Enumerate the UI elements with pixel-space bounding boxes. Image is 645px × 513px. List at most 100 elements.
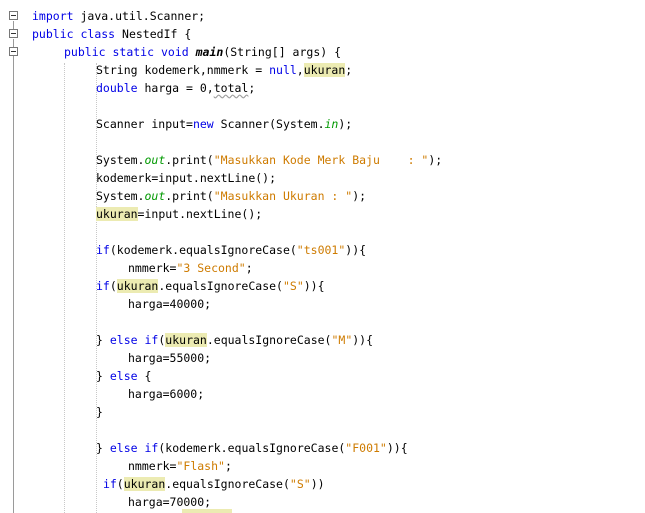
code-token: ); (352, 189, 367, 203)
code-line: harga=6000; (128, 385, 204, 403)
code-token: ; (345, 63, 353, 77)
code-line: public class NestedIf { (32, 25, 191, 43)
code-token: import (32, 9, 74, 23)
code-token: public (64, 45, 106, 59)
code-token: class (80, 27, 116, 41)
code-token: } (96, 441, 110, 455)
code-token: } (96, 405, 103, 419)
code-token: } (96, 333, 110, 347)
highlighted-identifier: ukuran (165, 333, 207, 347)
code-line: public static void main(String[] args) { (64, 43, 341, 61)
code-token: ; (245, 261, 253, 275)
code-token: .equalsIgnoreCase( (206, 333, 332, 347)
code-token: "Masukkan Kode Merk Baju : " (213, 153, 429, 167)
code-token: .equalsIgnoreCase( (158, 279, 283, 293)
occurrence-highlight-partial (182, 509, 232, 513)
code-token: if (96, 279, 110, 293)
code-token: harga=6000; (128, 387, 205, 401)
code-token: static (112, 45, 155, 59)
code-token: harga = 0, (137, 81, 214, 95)
code-token: else (109, 369, 138, 383)
fold-toggle-icon[interactable] (9, 29, 18, 38)
code-token: )){ (386, 441, 408, 455)
code-line: double harga = 0,total; (96, 79, 255, 97)
code-token: in (324, 117, 339, 131)
code-token: if (96, 243, 110, 257)
code-line: if(ukuran.equalsIgnoreCase("S")){ (96, 277, 325, 295)
code-token: (kodemerk.equalsIgnoreCase( (158, 441, 346, 455)
code-token: ( (116, 477, 124, 491)
code-token: if (144, 441, 159, 455)
code-token: String kodemerk,nmmerk = (96, 63, 270, 77)
code-line: harga=55000; (128, 349, 211, 367)
code-token: null (269, 63, 297, 77)
code-token: System. (96, 189, 145, 203)
code-token: Scanner(System. (213, 117, 325, 131)
code-token: void (160, 45, 189, 59)
code-token: System. (96, 153, 145, 167)
code-token: .print( (165, 189, 214, 203)
code-token: "M" (331, 333, 353, 347)
code-line: } else { (96, 367, 151, 385)
highlighted-identifier: ukuran (116, 279, 159, 293)
code-token: else (109, 441, 138, 455)
code-line: String kodemerk,nmmerk = null,ukuran; (96, 61, 352, 79)
fold-guide-line (13, 57, 14, 513)
code-token: , (296, 63, 304, 77)
code-token: NestedIf { (115, 27, 192, 41)
fold-toggle-icon[interactable] (9, 47, 18, 56)
code-token: total (213, 81, 249, 95)
code-token: ); (428, 153, 443, 167)
code-token: (String[] args) { (223, 45, 342, 59)
code-token: )){ (303, 279, 325, 293)
code-line: System.out.print("Masukkan Kode Merk Baj… (96, 151, 442, 169)
code-line: Scanner input=new Scanner(System.in); (96, 115, 352, 133)
code-token: "Masukkan Ukuran : " (213, 189, 353, 203)
code-line: System.out.print("Masukkan Ukuran : "); (96, 187, 366, 205)
highlighted-identifier: ukuran (96, 207, 138, 221)
code-token: main (195, 45, 224, 59)
code-token: nmmerk= (128, 261, 177, 275)
code-token: nmmerk= (128, 459, 177, 473)
code-token: harga=70000; (128, 495, 212, 509)
code-token: .print( (165, 153, 214, 167)
code-line: } else if(ukuran.equalsIgnoreCase("M")){ (96, 331, 373, 349)
code-token: new (192, 117, 214, 131)
code-token: harga=55000; (128, 351, 212, 365)
code-token: if (102, 477, 117, 491)
code-token: public (32, 27, 74, 41)
code-token: else (109, 333, 138, 347)
code-token: double (96, 81, 138, 95)
code-line: kodemerk=input.nextLine(); (96, 169, 276, 187)
code-line: nmmerk="3 Second"; (128, 259, 253, 277)
code-token: out (144, 153, 166, 167)
code-line: harga=40000; (128, 295, 211, 313)
code-line: if(kodemerk.equalsIgnoreCase("ts001")){ (96, 241, 366, 259)
code-token: "S" (282, 279, 304, 293)
code-token: } (96, 369, 110, 383)
editor-gutter (0, 0, 24, 513)
code-token: ; (224, 459, 232, 473)
code-token: out (144, 189, 166, 203)
fold-toggle-icon[interactable] (9, 11, 18, 20)
code-token: ; (248, 81, 256, 95)
code-token: )) (310, 477, 325, 491)
code-token: ); (338, 117, 353, 131)
code-token: "Flash" (176, 459, 225, 473)
code-line: } else if(kodemerk.equalsIgnoreCase("F00… (96, 439, 408, 457)
code-token: )){ (345, 243, 367, 257)
code-token: ( (109, 279, 117, 293)
highlighted-identifier: ukuran (303, 63, 346, 77)
code-token: "3 Second" (176, 261, 246, 275)
code-token: "F001" (345, 441, 387, 455)
code-line: } (96, 403, 103, 421)
code-token: =input.nextLine(); (137, 207, 263, 221)
code-token: )){ (352, 333, 374, 347)
code-token: (kodemerk.equalsIgnoreCase( (109, 243, 297, 257)
code-token: harga=40000; (128, 297, 212, 311)
